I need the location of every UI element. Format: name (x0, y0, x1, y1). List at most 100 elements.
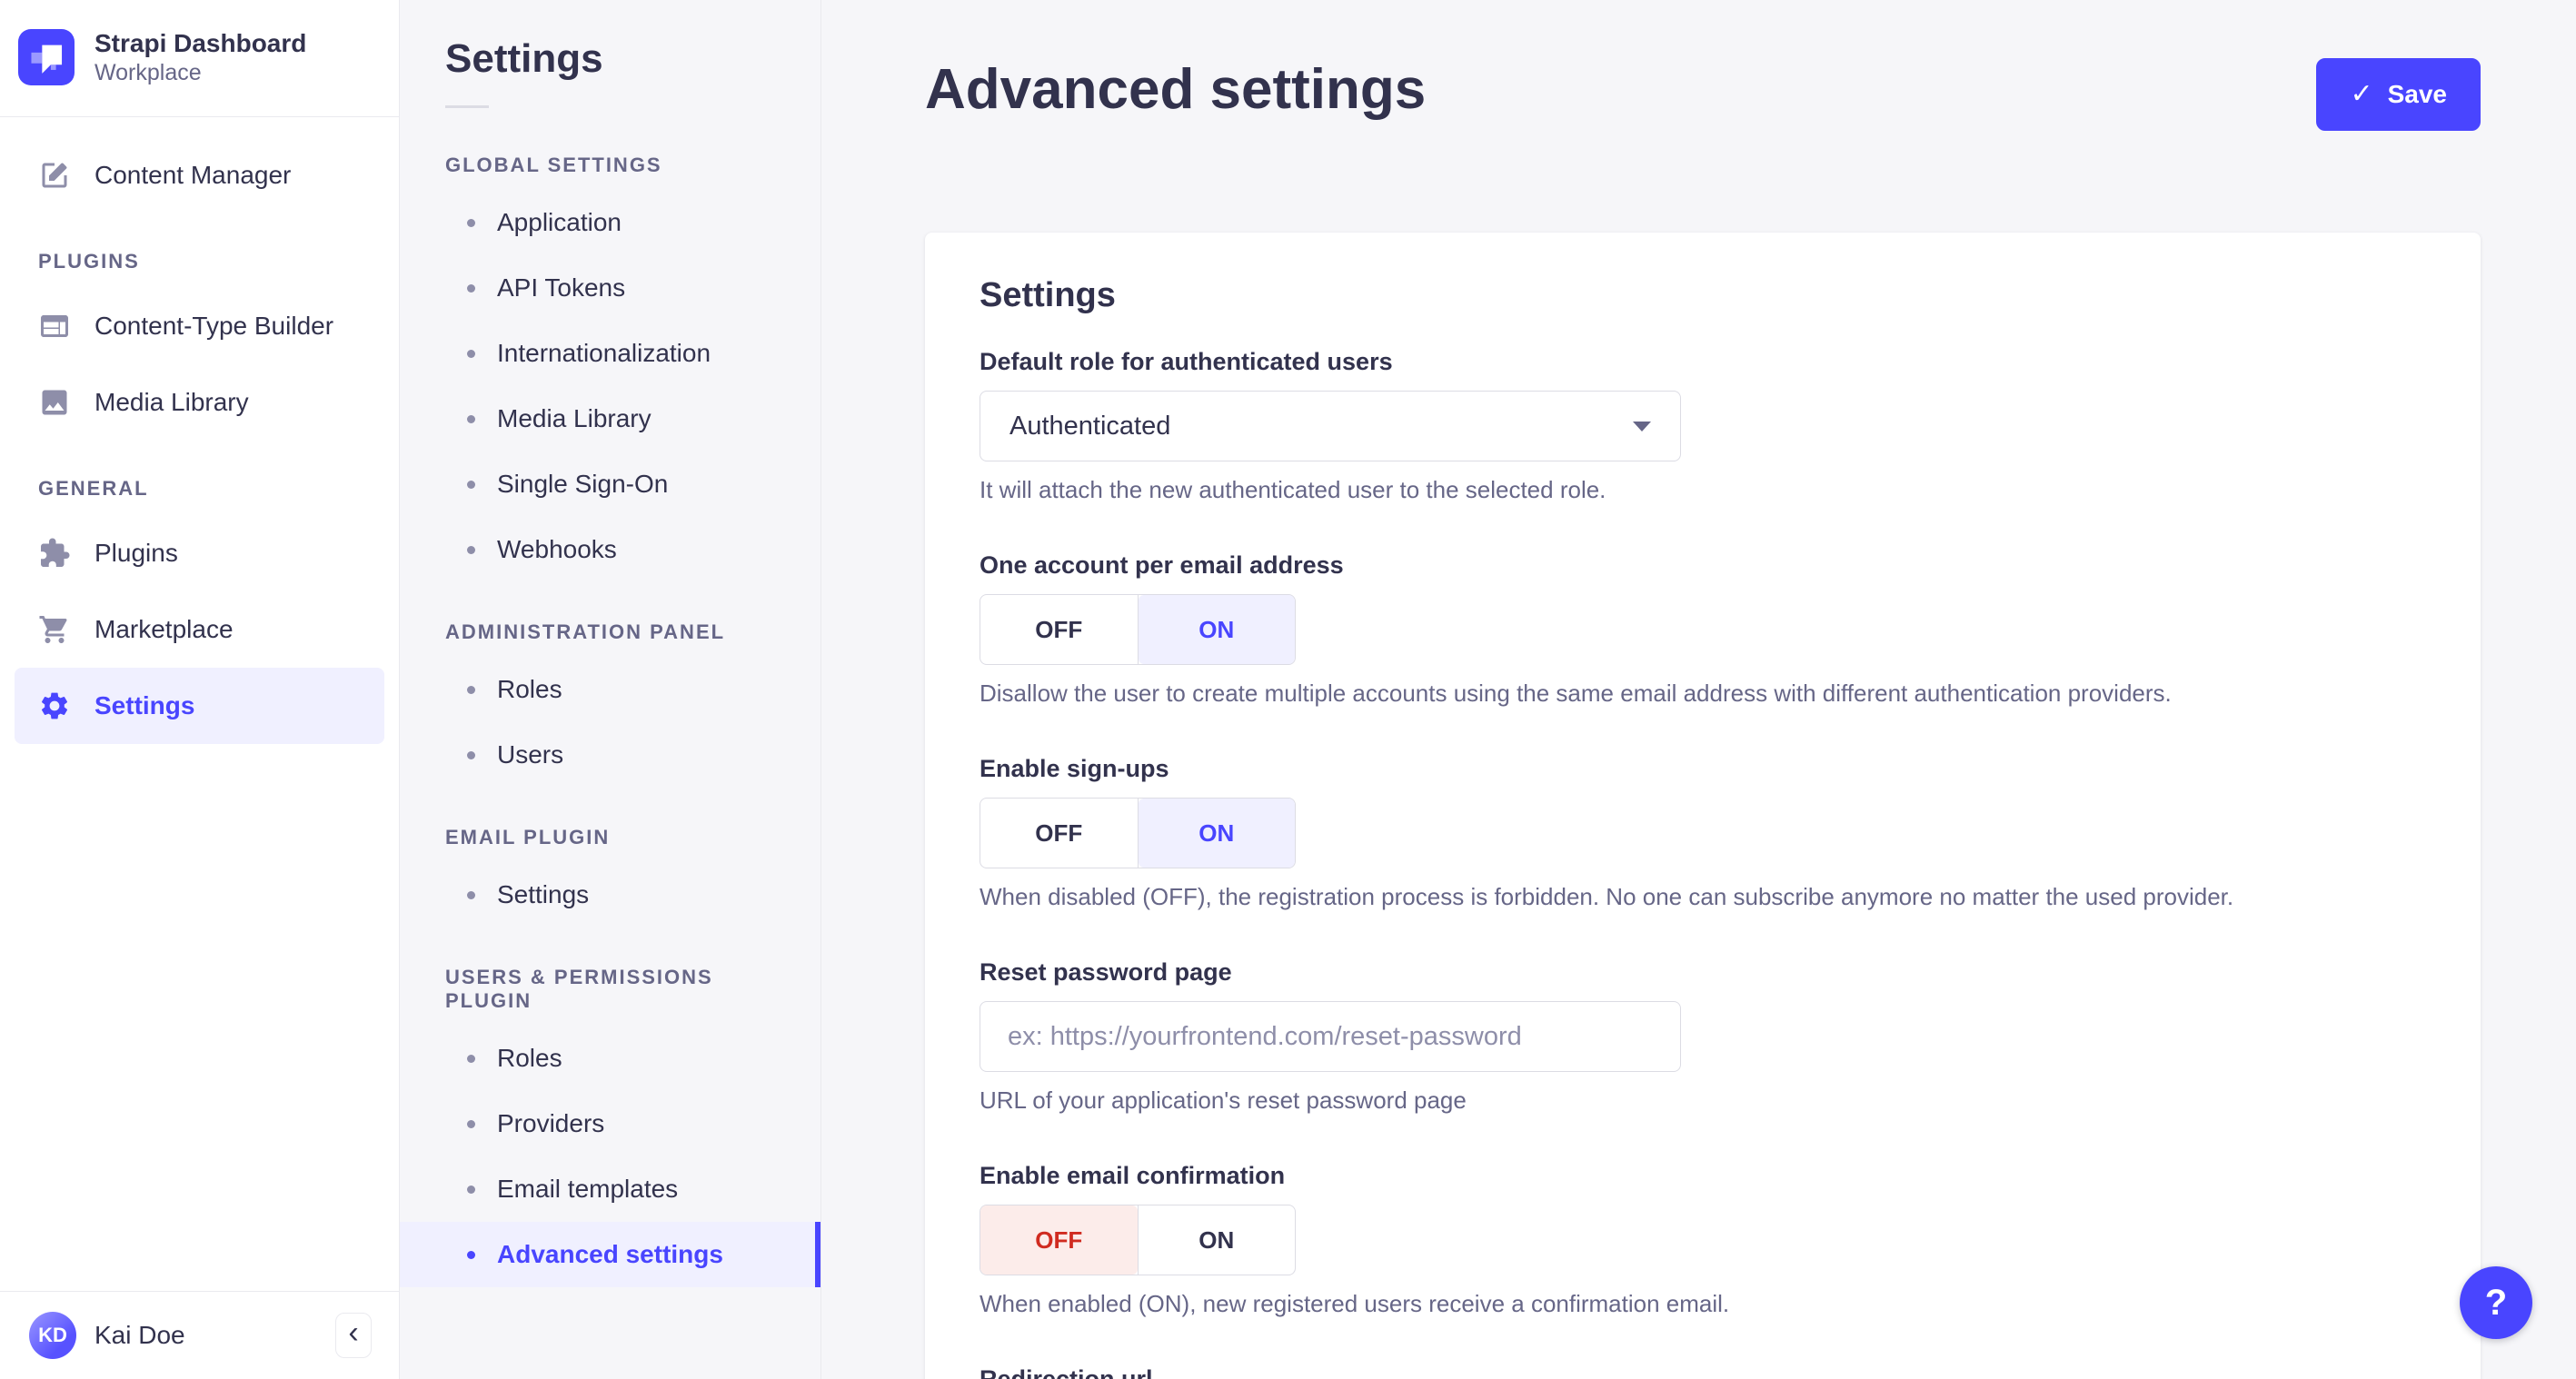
subnav-section-global-settings: Global Settings (445, 154, 662, 176)
help-button[interactable]: ? (2460, 1266, 2532, 1339)
chevron-down-icon (1633, 421, 1651, 432)
field-one-account: One account per email address OFF ON Dis… (980, 551, 2426, 708)
bullet-icon (467, 890, 475, 899)
main-nav: Content Manager Plugins Content-Type Bui… (0, 117, 399, 1291)
subnav-section-administration-panel: Administration panel (445, 620, 726, 643)
sidebar-item-label: Media Library (94, 388, 249, 417)
field-reset-password: Reset password page URL of your applicat… (980, 958, 2426, 1115)
subnav-item-providers[interactable]: Providers (400, 1091, 821, 1156)
subnav-item-label: Advanced settings (497, 1240, 723, 1268)
subnav-item-media-library[interactable]: Media Library (400, 386, 821, 451)
question-mark-icon: ? (2484, 1282, 2508, 1323)
bullet-icon (467, 1185, 475, 1194)
field-hint: When enabled (ON), new registered users … (980, 1290, 1730, 1317)
media-library-icon (42, 390, 67, 415)
workspace-name: Workplace (94, 60, 202, 85)
content-manager-icon (42, 163, 67, 188)
bullet-icon (467, 480, 475, 489)
card-title: Settings (980, 276, 1116, 314)
subnav-item-label: Roles (497, 675, 562, 703)
bullet-icon (467, 1054, 475, 1063)
reset-password-input[interactable] (980, 1001, 1681, 1072)
field-label: Enable email confirmation (980, 1162, 1286, 1189)
field-label: Reset password page (980, 958, 1232, 986)
subnav-item-label: Internationalization (497, 339, 711, 367)
strapi-logo-icon (18, 29, 75, 86)
bullet-icon (467, 1119, 475, 1128)
field-default-role: Default role for authenticated users Aut… (980, 348, 2426, 504)
field-hint: URL of your application's reset password… (980, 1086, 1467, 1114)
toggle-on-option[interactable]: ON (1138, 595, 1295, 664)
content-type-builder-icon (41, 315, 68, 338)
bullet-icon (467, 283, 475, 293)
avatar[interactable]: KD (29, 1312, 76, 1359)
sidebar-footer: KD Kai Doe ‹ (0, 1291, 399, 1379)
subnav-item-label: Email templates (497, 1175, 679, 1203)
main-sidebar: Strapi Dashboard Workplace Content Manag… (0, 0, 400, 1379)
bullet-icon (467, 1250, 475, 1259)
subnav-item-application[interactable]: Application (400, 190, 821, 255)
one-account-toggle: OFF ON (980, 594, 1296, 665)
subnav-item-label: Users (497, 740, 564, 769)
sidebar-item-media-library[interactable]: Media Library (15, 364, 384, 441)
field-label: One account per email address (980, 551, 1344, 579)
field-label: Enable sign-ups (980, 755, 1169, 782)
default-role-select[interactable]: Authenticated (980, 391, 1681, 461)
subnav-item-advanced-settings[interactable]: Advanced settings (400, 1222, 821, 1287)
select-value: Authenticated (1010, 411, 1171, 441)
save-button[interactable]: ✓ Save (2316, 58, 2481, 131)
user-name: Kai Doe (94, 1321, 185, 1349)
sidebar-item-label: Plugins (94, 539, 178, 568)
sidebar-item-content-type-builder[interactable]: Content-Type Builder (15, 288, 384, 364)
subnav-item-label: Single Sign-On (497, 470, 669, 498)
subnav-item-webhooks[interactable]: Webhooks (400, 517, 821, 582)
subnav-item-label: Application (497, 208, 622, 236)
bullet-icon (467, 750, 475, 759)
subnav-item-single-sign-on[interactable]: Single Sign-On (400, 451, 821, 517)
field-hint: When disabled (OFF), the registration pr… (980, 883, 2234, 910)
sidebar-item-marketplace[interactable]: Marketplace (15, 591, 384, 668)
enable-signups-toggle: OFF ON (980, 798, 1296, 868)
subnav-item-admin-users[interactable]: Users (400, 722, 821, 788)
bullet-icon (467, 414, 475, 423)
sidebar-item-content-manager[interactable]: Content Manager (15, 137, 384, 213)
brand[interactable]: Strapi Dashboard Workplace (0, 0, 399, 118)
subnav-item-admin-roles[interactable]: Roles (400, 657, 821, 722)
settings-gear-icon (41, 692, 68, 719)
email-confirmation-toggle: OFF ON (980, 1205, 1296, 1275)
main-content: Advanced settings ✓ Save Settings Defaul… (821, 0, 2576, 1379)
subnav-item-api-tokens[interactable]: API Tokens (400, 255, 821, 321)
save-button-label: Save (2387, 80, 2447, 108)
subnav-item-label: Roles (497, 1044, 562, 1072)
subnav-item-internationalization[interactable]: Internationalization (400, 321, 821, 386)
toggle-off-option[interactable]: OFF (980, 799, 1138, 868)
chevron-left-icon: ‹ (348, 1315, 359, 1350)
nav-section-plugins: Plugins (38, 250, 140, 273)
settings-card: Settings Default role for authenticated … (925, 233, 2481, 1379)
sidebar-item-label: Settings (94, 691, 195, 720)
toggle-on-option[interactable]: ON (1139, 1205, 1296, 1275)
toggle-off-option[interactable]: OFF (980, 1205, 1138, 1275)
subnav-item-label: Settings (497, 880, 590, 908)
nav-section-general: General (38, 477, 149, 501)
marketplace-icon (39, 616, 67, 644)
bullet-icon (467, 349, 475, 358)
subnav-section-email-plugin: Email plugin (445, 826, 611, 848)
subnav-item-label: Providers (497, 1109, 605, 1137)
subnav-item-email-templates[interactable]: Email templates (400, 1156, 821, 1222)
toggle-on-option[interactable]: ON (1138, 799, 1295, 868)
subnav-item-email-settings[interactable]: Settings (400, 862, 821, 928)
field-hint: It will attach the new authenticated use… (980, 476, 1606, 503)
toggle-off-option[interactable]: OFF (980, 595, 1138, 664)
app-title: Strapi Dashboard (94, 29, 307, 57)
bullet-icon (467, 685, 475, 694)
field-label: Default role for authenticated users (980, 348, 1393, 375)
sidebar-item-plugins[interactable]: Plugins (15, 515, 384, 591)
subnav-item-label: API Tokens (497, 273, 626, 302)
collapse-sidebar-button[interactable]: ‹ (335, 1313, 372, 1358)
brand-text: Strapi Dashboard Workplace (94, 27, 306, 87)
subnav-item-label: Media Library (497, 404, 651, 432)
subnav-item-up-roles[interactable]: Roles (400, 1026, 821, 1091)
sidebar-item-settings[interactable]: Settings (15, 668, 384, 745)
sidebar-item-label: Content Manager (94, 161, 292, 190)
